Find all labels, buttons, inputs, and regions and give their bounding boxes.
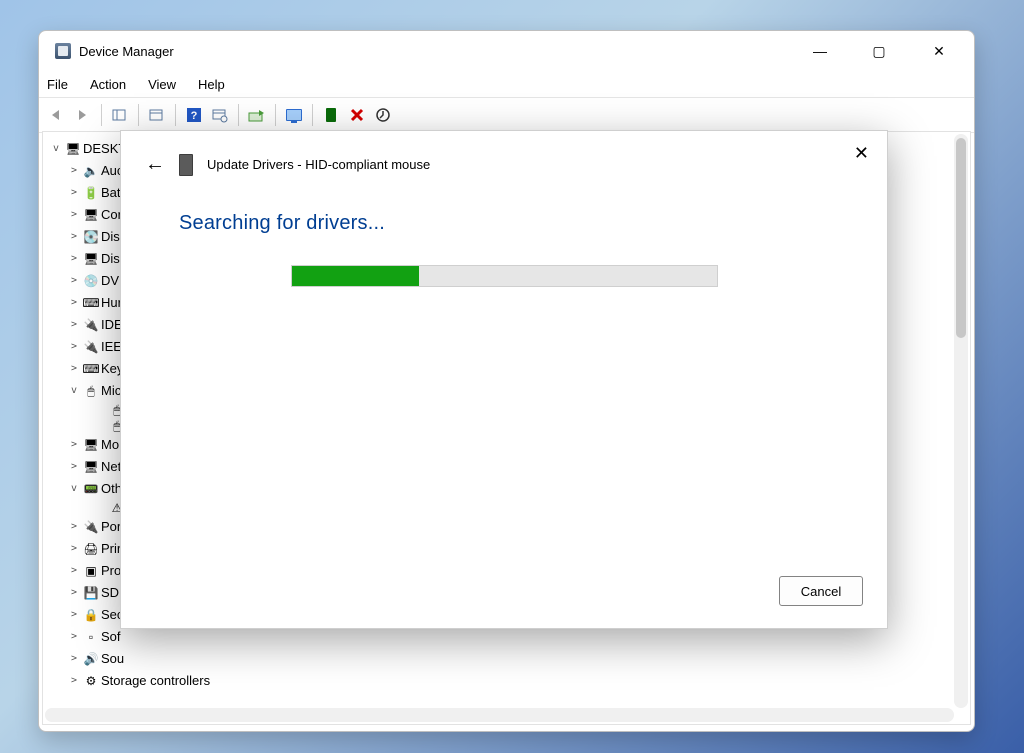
scan-hardware-button[interactable] — [208, 103, 232, 127]
expand-toggle[interactable]: > — [67, 538, 81, 560]
expand-toggle[interactable]: > — [67, 516, 81, 538]
device-category-icon: ▫ — [83, 629, 99, 645]
device-category-icon: 🖥 — [83, 437, 99, 453]
svg-text:?: ? — [191, 110, 198, 122]
device-category-icon: 🔊 — [83, 651, 99, 667]
toolbar: ? — [39, 97, 974, 133]
tree-item[interactable]: >🔊Sou — [49, 648, 212, 670]
expand-toggle[interactable]: > — [67, 434, 81, 456]
computer-icon: 🖥 — [65, 141, 81, 157]
device-category-icon: 🔈 — [83, 163, 99, 179]
scan-changes-button[interactable] — [371, 103, 395, 127]
window-controls: — ▢ ✕ — [804, 43, 964, 60]
device-category-icon: 🖥 — [83, 459, 99, 475]
expand-toggle[interactable]: > — [67, 648, 81, 670]
expand-toggle[interactable]: > — [67, 582, 81, 604]
remote-computer-button[interactable] — [282, 103, 306, 127]
close-window-button[interactable]: ✕ — [924, 43, 954, 60]
expand-toggle[interactable]: > — [67, 160, 81, 182]
window-title: Device Manager — [79, 44, 174, 59]
tree-item-label: Prir — [101, 538, 121, 560]
tree-item-label: Storage controllers — [101, 670, 210, 692]
expand-toggle[interactable]: > — [67, 314, 81, 336]
expand-toggle[interactable]: v — [67, 380, 81, 402]
help-button[interactable]: ? — [182, 103, 206, 127]
device-category-icon: 💽 — [83, 229, 99, 245]
expand-toggle[interactable]: > — [67, 204, 81, 226]
expand-toggle[interactable]: > — [67, 292, 81, 314]
device-category-icon: 🖥 — [83, 251, 99, 267]
tree-item-label: Cor — [101, 204, 122, 226]
expand-toggle[interactable]: > — [67, 456, 81, 478]
device-category-icon: ⌨ — [83, 361, 99, 377]
minimize-button[interactable]: — — [804, 43, 834, 60]
progress-fill — [292, 266, 420, 286]
nav-back-button[interactable] — [45, 103, 69, 127]
device-category-icon: 💾 — [83, 585, 99, 601]
expand-toggle[interactable]: > — [67, 604, 81, 626]
device-category-icon: 📟 — [83, 481, 99, 497]
vertical-scrollbar[interactable] — [954, 134, 968, 708]
titlebar[interactable]: Device Manager — ▢ ✕ — [39, 31, 974, 71]
device-category-icon: 🔋 — [83, 185, 99, 201]
cancel-button[interactable]: Cancel — [779, 576, 863, 606]
device-category-icon: 🖥 — [83, 207, 99, 223]
device-category-icon: 🔌 — [83, 519, 99, 535]
expand-toggle[interactable]: > — [67, 336, 81, 358]
dialog-heading: Searching for drivers... — [179, 212, 829, 235]
device-category-icon: ⌨ — [83, 295, 99, 311]
device-category-icon: ▣ — [83, 563, 99, 579]
tree-item-label: Pro — [101, 560, 121, 582]
device-category-icon: 💿 — [83, 273, 99, 289]
menu-action[interactable]: Action — [90, 77, 126, 92]
menu-view[interactable]: View — [148, 77, 176, 92]
menu-help[interactable]: Help — [198, 77, 225, 92]
expand-toggle[interactable]: > — [67, 226, 81, 248]
dialog-title: Update Drivers - HID-compliant mouse — [207, 157, 430, 172]
device-category-icon: 🔌 — [83, 339, 99, 355]
expand-toggle[interactable]: > — [67, 182, 81, 204]
device-icon — [179, 154, 193, 176]
back-arrow-icon[interactable]: ← — [145, 153, 165, 176]
device-category-icon: 🖱 — [83, 383, 99, 399]
app-icon — [55, 43, 71, 59]
tree-item-label: Sou — [101, 648, 124, 670]
expand-toggle[interactable]: > — [67, 270, 81, 292]
tree-item-label: Mo — [101, 434, 119, 456]
device-category-icon: ⚙ — [83, 673, 99, 689]
update-driver-button[interactable] — [245, 103, 269, 127]
dialog-header: ← Update Drivers - HID-compliant mouse — [121, 131, 887, 176]
nav-forward-button[interactable] — [71, 103, 95, 127]
tree-item[interactable]: >▫Sof — [49, 626, 212, 648]
close-dialog-button[interactable]: ✕ — [854, 143, 869, 164]
horizontal-scrollbar[interactable] — [45, 708, 954, 722]
tree-item-label: Hur — [101, 292, 122, 314]
expand-toggle[interactable]: > — [67, 670, 81, 692]
progress-bar — [291, 265, 718, 287]
menu-file[interactable]: File — [47, 77, 68, 92]
expand-toggle[interactable]: > — [67, 560, 81, 582]
tree-item[interactable]: >⚙Storage controllers — [49, 670, 212, 692]
menubar: File Action View Help — [39, 71, 974, 97]
enable-device-button[interactable] — [319, 103, 343, 127]
properties-button[interactable] — [145, 103, 169, 127]
uninstall-device-button[interactable] — [345, 103, 369, 127]
tree-item-label: Sof — [101, 626, 121, 648]
device-category-icon: 🖨 — [83, 541, 99, 557]
expand-toggle[interactable]: > — [67, 358, 81, 380]
tree-item-label: Por — [101, 516, 121, 538]
maximize-button[interactable]: ▢ — [864, 43, 894, 60]
device-category-icon: 🔌 — [83, 317, 99, 333]
show-hide-tree-button[interactable] — [108, 103, 132, 127]
device-category-icon: 🔒 — [83, 607, 99, 623]
expand-toggle[interactable]: > — [67, 248, 81, 270]
tree-item-label: Net — [101, 456, 121, 478]
update-drivers-dialog: ✕ ← Update Drivers - HID-compliant mouse… — [120, 130, 888, 629]
expand-toggle[interactable]: v — [67, 478, 81, 500]
expand-toggle[interactable]: > — [67, 626, 81, 648]
